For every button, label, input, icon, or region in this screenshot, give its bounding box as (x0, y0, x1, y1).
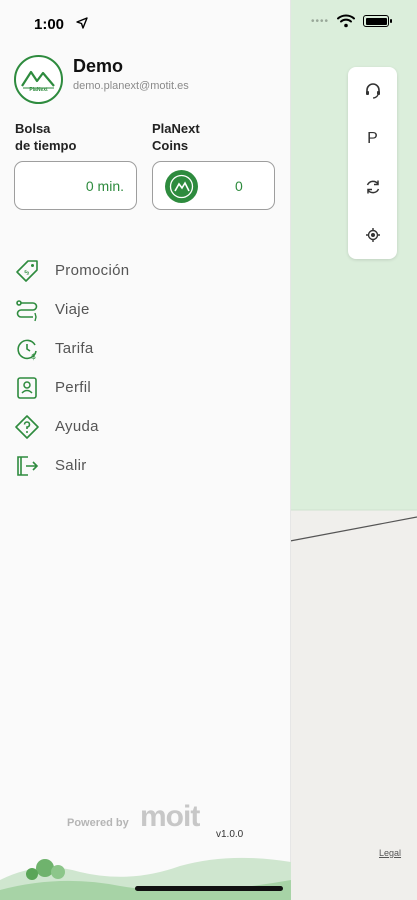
status-bar-icons: •••• (310, 14, 392, 28)
coins-label: PlaNext Coins (152, 121, 200, 153)
menu-item-salir[interactable]: Salir (14, 446, 274, 485)
menu-label: Viaje (55, 301, 90, 318)
svg-text:$: $ (22, 268, 31, 277)
menu-label: Ayuda (55, 418, 99, 435)
coin-icon (165, 170, 198, 203)
coins-value: 0 (235, 178, 243, 194)
time-bank-card[interactable]: 0 min. (14, 161, 137, 210)
drawer-menu: $ Promoción Viaje $ Tarifa Perfil Ayuda … (14, 251, 274, 485)
menu-item-viaje[interactable]: Viaje (14, 290, 274, 329)
profile-icon (14, 375, 40, 401)
user-name: Demo (73, 56, 124, 76)
brand-logo: moit (140, 800, 200, 833)
tag-icon: $ (14, 258, 40, 284)
location-icon[interactable] (348, 215, 397, 255)
avatar-label: PlaNext (29, 87, 48, 93)
location-arrow-icon (76, 17, 88, 29)
user-email: demo.planext@motit.es (73, 80, 189, 92)
menu-item-tarifa[interactable]: $ Tarifa (14, 329, 274, 368)
status-time: 1:00 (34, 16, 65, 33)
menu-label: Promoción (55, 262, 130, 279)
signal-icon: •••• (310, 15, 329, 27)
refresh-icon[interactable] (348, 167, 397, 207)
clock-icon: $ (14, 336, 40, 362)
logout-icon (14, 453, 40, 479)
map-legal-link[interactable]: Legal (379, 848, 401, 858)
menu-item-perfil[interactable]: Perfil (14, 368, 274, 407)
avatar[interactable]: PlaNext (14, 55, 63, 104)
time-bank-label: Bolsa de tiempo (15, 121, 77, 153)
menu-item-promocion[interactable]: $ Promoción (14, 251, 274, 290)
menu-label: Salir (55, 457, 87, 474)
menu-label: Tarifa (55, 340, 94, 357)
battery-icon (363, 15, 392, 27)
help-icon (14, 414, 40, 440)
version-label: v1.0.0 (216, 829, 244, 840)
map-controls: P (348, 67, 397, 259)
svg-text:$: $ (31, 352, 36, 361)
wifi-icon (337, 14, 355, 28)
home-indicator (135, 886, 283, 891)
mountain-logo-icon (21, 70, 55, 89)
time-bank-value: 0 min. (85, 178, 124, 194)
landscape-illustration (0, 857, 291, 900)
side-drawer: 1:00 PlaNext Demo demo.planext@motit.es … (0, 0, 291, 900)
menu-item-ayuda[interactable]: Ayuda (14, 407, 274, 446)
menu-label: Perfil (55, 379, 91, 396)
route-icon (14, 297, 40, 323)
coins-card[interactable]: 0 (152, 161, 275, 210)
powered-by-label: Powered by (67, 817, 129, 829)
parking-button[interactable]: P (348, 119, 397, 159)
support-icon[interactable] (348, 71, 397, 111)
